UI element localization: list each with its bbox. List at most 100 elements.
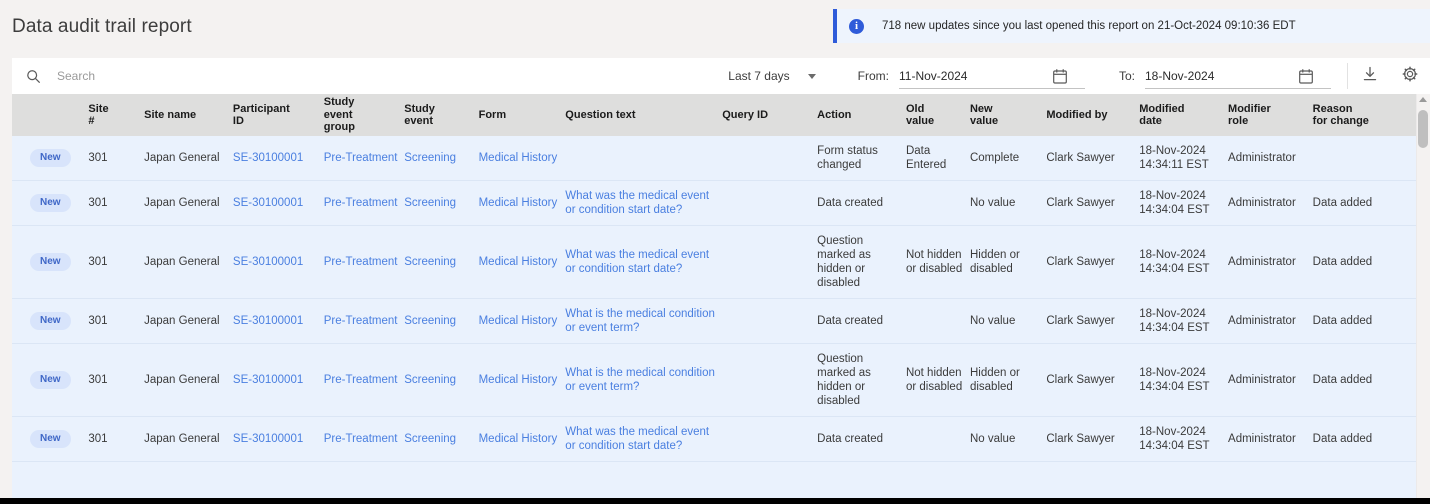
to-date-field[interactable]: [1145, 64, 1331, 89]
column-header-old-value[interactable]: Old value: [905, 94, 970, 136]
row-cell-study-event-group-link[interactable]: Pre-Treatment: [324, 315, 398, 327]
column-header-study-event[interactable]: Study event: [404, 94, 479, 136]
row-cell-study-event[interactable]: Screening: [404, 136, 479, 181]
row-cell-question-text[interactable]: What was the medical event or condition …: [565, 225, 723, 299]
row-cell-participant-id[interactable]: SE-30100001: [232, 180, 324, 226]
settings-button[interactable]: [1390, 58, 1430, 94]
row-cell-form[interactable]: Medical History: [478, 136, 566, 181]
table-row[interactable]: New 301 Japan General SE-30100001 Pre-Treatm…: [12, 180, 1416, 226]
from-date-input[interactable]: [898, 68, 1029, 83]
row-cell-form-link[interactable]: Medical History: [479, 256, 558, 268]
table-row[interactable]: New 301 Japan General SE-30100001 Pre-Treatm…: [12, 416, 1416, 462]
row-cell-participant-id[interactable]: SE-30100001: [232, 416, 324, 462]
row-cell-form[interactable]: Medical History: [478, 416, 566, 462]
row-cell-study-event-link[interactable]: Screening: [404, 433, 456, 445]
row-cell-study-event-link[interactable]: Screening: [404, 315, 456, 327]
column-header-reason-for-change[interactable]: Reason for change: [1312, 94, 1416, 136]
audit-trail-table: Site # Site name Participant ID Study ev…: [12, 94, 1416, 462]
date-range-preset-dropdown[interactable]: Last 7 days: [728, 69, 823, 83]
row-cell-participant-id-link[interactable]: SE-30100001: [233, 315, 303, 327]
row-cell-question-text-link[interactable]: What is the medical condition or event t…: [565, 308, 715, 334]
row-cell-participant-id[interactable]: SE-30100001: [232, 136, 324, 181]
row-cell-old-value: Data Entered: [905, 136, 970, 181]
row-cell-study-event[interactable]: Screening: [404, 416, 479, 462]
row-cell-question-text[interactable]: What was the medical event or condition …: [565, 180, 723, 226]
scroll-up-icon[interactable]: [1419, 97, 1427, 102]
scrollbar-thumb[interactable]: [1418, 110, 1428, 148]
table-row[interactable]: New 301 Japan General SE-30100001 Pre-Treatm…: [12, 225, 1416, 299]
row-cell-participant-id[interactable]: SE-30100001: [232, 298, 324, 344]
row-cell-question-text-link[interactable]: What is the medical condition or event t…: [565, 367, 715, 393]
table-row[interactable]: New 301 Japan General SE-30100001 Pre-Treatm…: [12, 343, 1416, 417]
row-cell-question-text[interactable]: What was the medical event or condition …: [565, 416, 723, 462]
column-header-new-value[interactable]: New value: [969, 94, 1047, 136]
row-cell-form[interactable]: Medical History: [478, 180, 566, 226]
row-cell-form-link[interactable]: Medical History: [479, 374, 558, 386]
column-header-question-text[interactable]: Question text: [565, 94, 723, 136]
row-cell-question-text-link[interactable]: What was the medical event or condition …: [565, 190, 709, 216]
row-cell-question-text-link[interactable]: What was the medical event or condition …: [565, 426, 709, 452]
search-input[interactable]: [55, 58, 355, 94]
row-cell-participant-id-link[interactable]: SE-30100001: [233, 433, 303, 445]
row-cell-form-link[interactable]: Medical History: [479, 315, 558, 327]
row-cell-question-text[interactable]: What is the medical condition or event t…: [565, 298, 723, 344]
row-cell-study-event[interactable]: Screening: [404, 343, 479, 417]
row-cell-question-text-link[interactable]: What was the medical event or condition …: [565, 249, 709, 275]
column-header-site-name[interactable]: Site name: [144, 94, 233, 136]
row-cell-query-id: [722, 298, 818, 344]
row-cell-study-event[interactable]: Screening: [404, 225, 479, 299]
row-cell-study-event-group[interactable]: Pre-Treatment: [323, 298, 405, 344]
column-header-form[interactable]: Form: [478, 94, 566, 136]
row-cell-reason-for-change: [1312, 136, 1416, 181]
column-header-action[interactable]: Action: [817, 94, 906, 136]
row-cell-study-event-link[interactable]: Screening: [404, 197, 456, 209]
column-header-participant-id[interactable]: Participant ID: [232, 94, 324, 136]
row-cell-participant-id-link[interactable]: SE-30100001: [233, 256, 303, 268]
calendar-icon[interactable]: [1053, 68, 1067, 89]
row-cell-participant-id-link[interactable]: SE-30100001: [233, 152, 303, 164]
row-cell-form[interactable]: Medical History: [478, 343, 566, 417]
row-cell-study-event-group[interactable]: Pre-Treatment: [323, 136, 405, 181]
row-cell-form[interactable]: Medical History: [478, 225, 566, 299]
row-cell-study-event[interactable]: Screening: [404, 180, 479, 226]
row-cell-participant-id[interactable]: SE-30100001: [232, 343, 324, 417]
row-cell-site: 301: [88, 136, 145, 181]
row-cell-participant-id-link[interactable]: SE-30100001: [233, 374, 303, 386]
row-cell-study-event-group[interactable]: Pre-Treatment: [323, 225, 405, 299]
row-cell-study-event-link[interactable]: Screening: [404, 152, 456, 164]
row-cell-study-event-group-link[interactable]: Pre-Treatment: [324, 256, 398, 268]
row-cell-form[interactable]: Medical History: [478, 298, 566, 344]
to-date-input[interactable]: [1145, 68, 1275, 83]
calendar-icon[interactable]: [1299, 68, 1313, 89]
row-cell-form-link[interactable]: Medical History: [479, 152, 558, 164]
row-cell-study-event-link[interactable]: Screening: [404, 374, 456, 386]
row-cell-study-event-group[interactable]: Pre-Treatment: [323, 180, 405, 226]
column-header-modified-date[interactable]: Modified date: [1139, 94, 1229, 136]
column-header-study-event-group[interactable]: Study event group: [323, 94, 405, 136]
row-cell-site-name: Japan General: [144, 298, 233, 344]
row-cell-study-event-group-link[interactable]: Pre-Treatment: [324, 374, 398, 386]
row-cell-study-event-group-link[interactable]: Pre-Treatment: [324, 197, 398, 209]
row-cell-study-event-group-link[interactable]: Pre-Treatment: [324, 433, 398, 445]
column-header-modifier-role[interactable]: Modifier role: [1228, 94, 1313, 136]
row-cell-study-event[interactable]: Screening: [404, 298, 479, 344]
table-row[interactable]: New 301 Japan General SE-30100001 Pre-Treatm…: [12, 136, 1416, 181]
row-cell-study-event-group[interactable]: Pre-Treatment: [323, 343, 405, 417]
column-header-site[interactable]: Site #: [88, 94, 145, 136]
row-cell-participant-id-link[interactable]: SE-30100001: [233, 197, 303, 209]
table-row[interactable]: New 301 Japan General SE-30100001 Pre-Treatm…: [12, 298, 1416, 344]
row-cell-participant-id[interactable]: SE-30100001: [232, 225, 324, 299]
column-header-modified-by[interactable]: Modified by: [1046, 94, 1140, 136]
row-cell-study-event-link[interactable]: Screening: [404, 256, 456, 268]
column-header-query-id[interactable]: Query ID: [722, 94, 818, 136]
vertical-scrollbar[interactable]: [1416, 94, 1430, 498]
row-cell-study-event-group-link[interactable]: Pre-Treatment: [324, 152, 398, 164]
row-cell-question-text[interactable]: [565, 136, 723, 181]
row-cell-study-event-group[interactable]: Pre-Treatment: [323, 416, 405, 462]
page-header: Data audit trail report i 718 new update…: [0, 0, 1430, 56]
from-date-field[interactable]: [898, 64, 1085, 89]
row-cell-question-text[interactable]: What is the medical condition or event t…: [565, 343, 723, 417]
download-button[interactable]: [1350, 58, 1390, 94]
row-cell-form-link[interactable]: Medical History: [479, 197, 558, 209]
row-cell-form-link[interactable]: Medical History: [479, 433, 558, 445]
